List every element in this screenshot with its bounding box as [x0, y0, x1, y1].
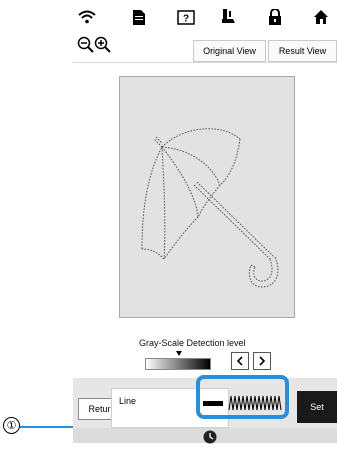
gray-scale-label: Gray-Scale Detection level	[139, 338, 246, 348]
set-button[interactable]: Set	[297, 391, 337, 423]
umbrella-drawing	[141, 128, 279, 288]
wifi-icon[interactable]	[77, 8, 97, 26]
level-marker	[176, 351, 182, 356]
result-view-button[interactable]: Result View	[268, 40, 337, 62]
toolbar: Original View Result View	[73, 32, 337, 63]
presser-foot-icon[interactable]	[218, 8, 238, 26]
preview-canvas[interactable]	[119, 76, 295, 318]
zoom-out-icon[interactable]	[77, 36, 95, 54]
help-icon[interactable]: ?	[176, 8, 196, 26]
original-view-button[interactable]: Original View	[193, 40, 266, 62]
level-next-button[interactable]	[253, 352, 271, 370]
zoom-in-icon[interactable]	[94, 36, 112, 54]
lock-icon[interactable]	[265, 8, 285, 26]
home-icon[interactable]	[311, 8, 331, 26]
clock-icon	[203, 430, 217, 444]
line-label: Line	[119, 396, 137, 406]
line-type-highlight	[196, 375, 289, 419]
callout-number-1: ①	[3, 417, 20, 434]
svg-text:?: ?	[183, 13, 189, 24]
chevron-left-icon	[236, 356, 243, 366]
gray-scale-gradient	[145, 358, 211, 370]
level-prev-button[interactable]	[231, 352, 249, 370]
top-bar: ?	[73, 0, 337, 32]
chevron-right-icon	[259, 356, 266, 366]
document-icon[interactable]	[129, 8, 149, 26]
